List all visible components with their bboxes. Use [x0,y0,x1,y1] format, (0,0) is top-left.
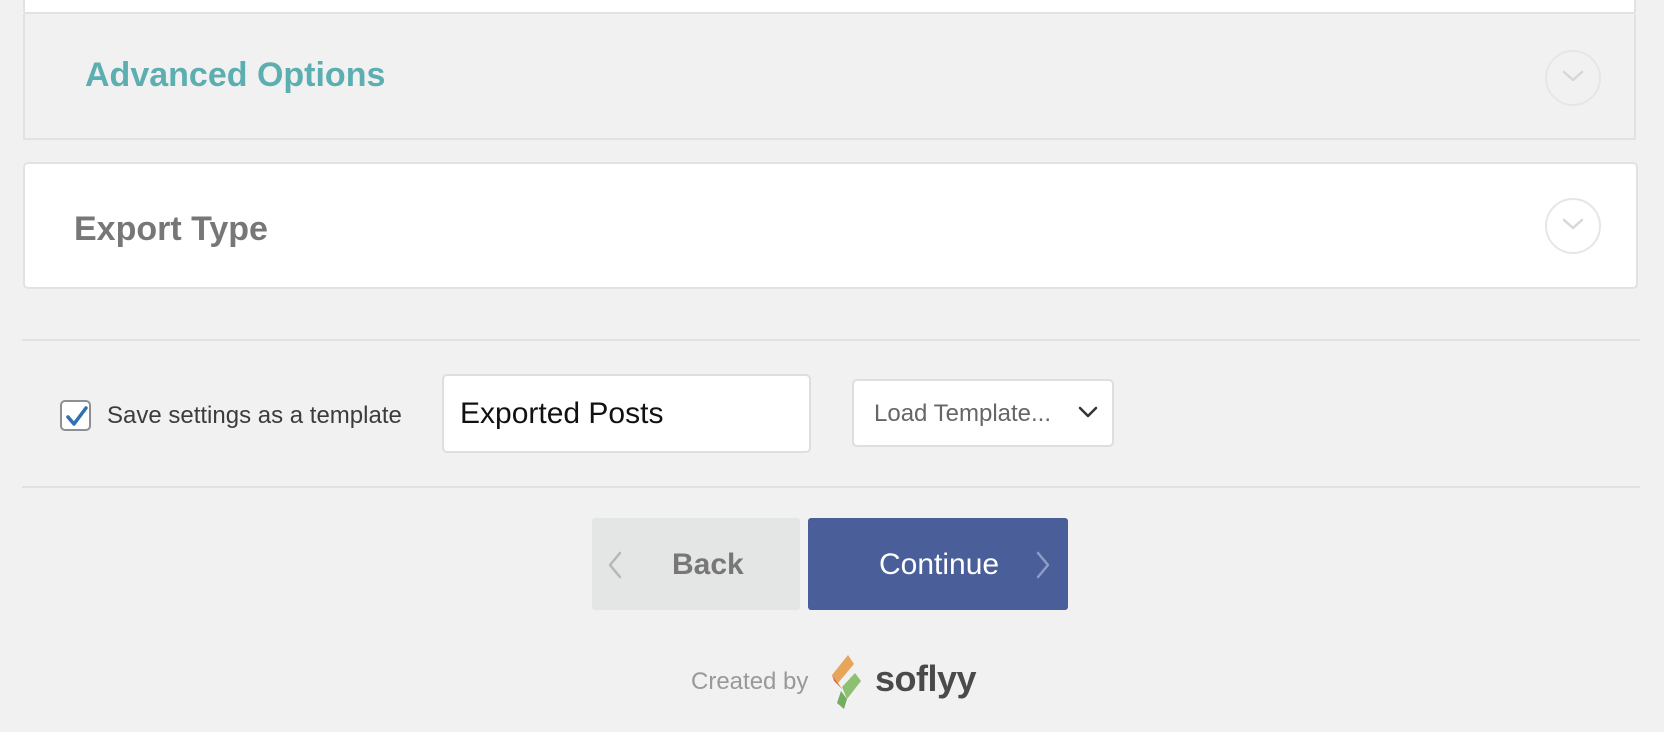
advanced-options-toggle[interactable] [1545,50,1601,106]
back-button-label: Back [672,548,744,581]
load-template-selected: Load Template... [874,400,1052,427]
load-template-select[interactable]: Load Template... [852,379,1114,447]
export-type-section[interactable]: Export Type [23,162,1638,289]
soflyy-logo-icon[interactable] [824,651,866,713]
chevron-down-icon [1561,217,1585,236]
divider [22,486,1640,488]
created-by-text: Created by [691,668,809,695]
advanced-options-section[interactable]: Advanced Options [23,14,1636,140]
continue-button[interactable]: Continue [808,518,1068,610]
advanced-options-title[interactable]: Advanced Options [85,58,385,92]
divider [22,339,1640,341]
back-button[interactable]: Back [592,518,800,610]
chevron-left-icon [606,550,624,585]
save-template-label[interactable]: Save settings as a template [107,402,402,430]
template-name-input[interactable] [442,374,811,453]
chevron-right-icon [1034,550,1052,585]
export-type-title[interactable]: Export Type [74,212,268,246]
chevron-down-icon [1078,405,1098,423]
export-type-toggle[interactable] [1545,198,1601,254]
previous-panel-edge [23,0,1636,14]
save-template-checkbox[interactable] [60,400,91,431]
chevron-down-icon [1561,69,1585,88]
continue-button-label: Continue [879,548,1000,581]
checkmark-icon [66,406,88,426]
soflyy-wordmark[interactable]: soflyy [875,660,977,698]
